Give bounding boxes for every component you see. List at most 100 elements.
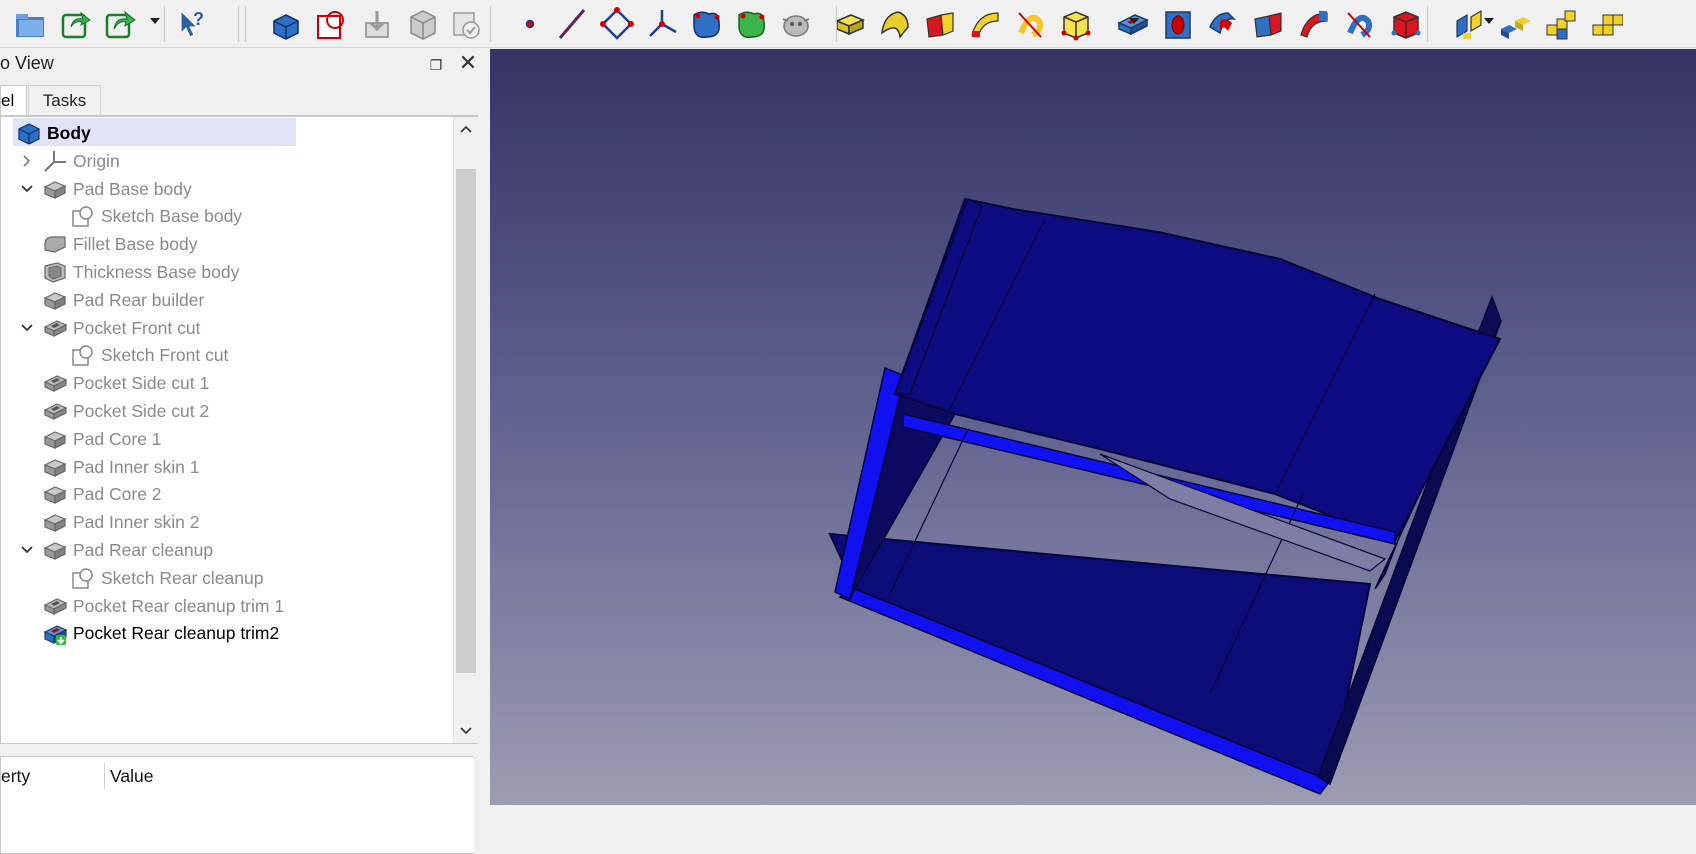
tree-item[interactable]: Pad Rear cleanup — [1, 535, 451, 565]
tree-item-label: Pocket Front cut — [73, 317, 201, 338]
subshape-binder-icon[interactable] — [731, 4, 771, 44]
scroll-up-arrow-icon[interactable] — [454, 117, 478, 141]
tree-item[interactable]: Pad Core 1 — [1, 424, 451, 454]
subtractive-loft-icon[interactable] — [1248, 4, 1288, 44]
shape-binder-icon[interactable] — [686, 4, 726, 44]
subtractive-pipe-icon[interactable] — [1294, 4, 1334, 44]
tab-model[interactable]: el — [0, 85, 27, 115]
subtractive-helix-icon[interactable] — [1339, 4, 1379, 44]
multitransform-icon[interactable] — [1586, 4, 1626, 44]
collapse-arrow-icon[interactable] — [19, 146, 35, 176]
tree-scrollbar[interactable] — [453, 117, 478, 743]
dropdown-arrow-icon[interactable] — [1129, 18, 1139, 24]
scrollbar-thumb[interactable] — [456, 169, 476, 673]
tree-item[interactable]: Pad Inner skin 2 — [1, 507, 451, 537]
tree-item-label: Pad Core 1 — [73, 428, 162, 449]
redo-icon[interactable] — [56, 4, 96, 44]
tree-item-label: Pad Rear builder — [73, 289, 205, 310]
expand-arrow-icon[interactable] — [19, 313, 35, 343]
pad-feature-icon — [43, 455, 67, 479]
pocket-feature-icon — [43, 594, 68, 618]
property-column-header[interactable]: erty — [1, 757, 30, 795]
tree-item-label: Sketch Rear cleanup — [101, 567, 264, 588]
tree-item-label: Pocket Rear cleanup trim2 — [73, 623, 280, 644]
combo-view-panel: o View ❐ ✕ el Tasks Body Origin Pad Base b… — [0, 49, 484, 854]
value-column-header[interactable]: Value — [110, 757, 153, 795]
combo-view-title: o View — [0, 53, 54, 73]
tree-item-label: Pad Base body — [73, 178, 192, 199]
tree-item[interactable]: Pad Base body — [1, 174, 451, 204]
whats-this-icon[interactable]: ? — [172, 4, 212, 44]
scroll-down-arrow-icon[interactable] — [454, 719, 478, 743]
thickness-feature-icon — [43, 260, 67, 284]
datum-line-icon[interactable] — [552, 4, 592, 44]
additive-helix-icon[interactable] — [1010, 4, 1050, 44]
check-geometry-icon[interactable] — [402, 4, 442, 44]
dropdown-arrow-icon[interactable] — [1484, 18, 1494, 24]
local-cs-icon[interactable] — [642, 4, 682, 44]
tree-item[interactable]: Thickness Base body — [1, 257, 451, 287]
tree-item[interactable]: Pocket Side cut 2 — [1, 396, 451, 426]
datum-point-icon[interactable] — [510, 4, 550, 44]
revolution-icon[interactable] — [875, 4, 915, 44]
float-panel-button[interactable]: ❐ — [427, 57, 445, 73]
datum-plane-icon[interactable] — [597, 4, 637, 44]
dropdown-arrow-icon[interactable] — [150, 18, 160, 24]
pocket-feature-icon — [43, 399, 68, 423]
groove-icon[interactable] — [1203, 4, 1243, 44]
create-sketch-icon[interactable] — [311, 4, 351, 44]
tree-item[interactable]: Sketch Rear cleanup — [1, 563, 451, 593]
redo-more-icon[interactable] — [101, 4, 141, 44]
tree-item[interactable]: Pocket Side cut 1 — [1, 368, 451, 398]
column-divider[interactable] — [104, 763, 105, 789]
pad-feature-icon — [43, 510, 67, 534]
tree-item-label: Pocket Side cut 1 — [73, 373, 210, 394]
tree-item[interactable]: Pad Rear builder — [1, 285, 451, 315]
toolbar-separator — [164, 6, 165, 42]
panel-splitter[interactable] — [478, 49, 490, 805]
pad-feature-icon — [43, 538, 67, 562]
3d-viewport[interactable] — [490, 49, 1696, 805]
toolbar-separator — [245, 6, 246, 42]
linear-pattern-icon[interactable] — [1495, 4, 1535, 44]
sketch-icon — [71, 566, 95, 590]
tree-item[interactable]: Pad Core 2 — [1, 479, 451, 509]
tree-item[interactable]: Pad Inner skin 1 — [1, 452, 451, 482]
open-icon[interactable] — [10, 4, 50, 44]
model-tree: Body Origin Pad Base body Sketch Base body F… — [0, 116, 478, 744]
tree-item-label: Pad Core 2 — [73, 484, 162, 505]
pad-feature-icon — [43, 482, 67, 506]
additive-loft-icon[interactable] — [920, 4, 960, 44]
validate-sketch-icon[interactable] — [357, 4, 397, 44]
additive-pipe-icon[interactable] — [965, 4, 1005, 44]
tree-item-label: Thickness Base body — [73, 262, 240, 282]
pad-feature-icon — [43, 427, 67, 451]
tree-item[interactable]: Pocket Front cut — [1, 313, 451, 343]
tree-item-label: Pad Rear cleanup — [73, 540, 214, 560]
create-body-icon[interactable] — [266, 4, 306, 44]
origin-icon — [43, 149, 67, 173]
tree-item[interactable]: Origin — [1, 146, 451, 176]
pocket-icon[interactable] — [1112, 4, 1152, 44]
tree-item[interactable]: Fillet Base body — [1, 229, 451, 259]
subtractive-primitive-icon[interactable] — [1385, 4, 1425, 44]
tree-item[interactable]: Sketch Front cut — [1, 340, 451, 370]
tree-item[interactable]: Pocket Rear cleanup trim2 — [1, 618, 451, 648]
tree-item[interactable]: Pocket Rear cleanup trim 1 — [1, 591, 451, 621]
close-panel-button[interactable]: ✕ — [458, 51, 478, 75]
mirrored-icon[interactable] — [1450, 4, 1490, 44]
polar-pattern-icon[interactable] — [1540, 4, 1580, 44]
tree-item-label: Origin — [73, 150, 120, 171]
tree-item[interactable]: Body — [1, 118, 451, 148]
expand-arrow-icon[interactable] — [19, 535, 35, 565]
tree-item[interactable]: Sketch Base body — [1, 201, 451, 231]
expand-arrow-icon[interactable] — [19, 174, 35, 204]
clone-icon[interactable] — [446, 4, 486, 44]
clone-sheep-icon[interactable] — [776, 4, 816, 44]
tab-tasks[interactable]: Tasks — [28, 85, 101, 115]
toolbar-separator — [1427, 6, 1428, 42]
hole-icon[interactable] — [1158, 4, 1198, 44]
svg-text:?: ? — [193, 9, 204, 29]
body-icon — [17, 121, 41, 145]
additive-primitive-icon[interactable] — [1055, 4, 1095, 44]
